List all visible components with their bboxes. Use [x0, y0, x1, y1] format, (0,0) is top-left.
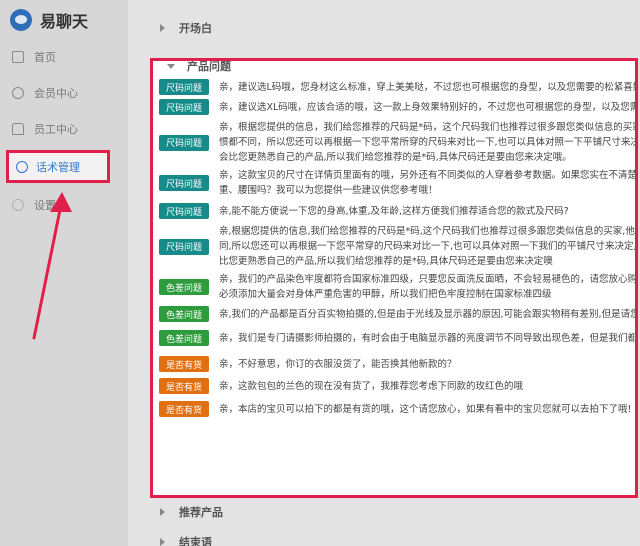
category-tag: 尺码问题 — [159, 203, 209, 219]
category-tag: 是否有货 — [159, 401, 209, 417]
table-row[interactable]: 是否有货 亲，不好意思，你订的衣服没货了，能否换其他新款的？ — [159, 356, 635, 372]
staff-icon — [12, 123, 24, 135]
category-tag: 色差问题 — [159, 279, 209, 295]
script-line: 亲，建议选L码哦，您身材这么标准，穿上美美哒，不过您也可根据您的身型，以及您需要… — [219, 81, 638, 93]
sidebar-item-label: 首页 — [34, 51, 56, 64]
group-closing[interactable]: 结束语 — [160, 532, 212, 546]
script-line: 亲，我们是专门请摄影师拍摄的，有时会由于电脑显示器的亮度调节不同导致出现色差，但… — [219, 332, 638, 344]
table-row[interactable]: 尺码问题 亲,根据您提供的信息,我们给您推荐的尺码是*码,这个尺码我们也推荐过很多… — [159, 224, 638, 269]
script-line: 惯都不同，所以您还可以再根据一下您平常所穿的尺码来对比一下,也可以具体对照一下平… — [219, 137, 638, 148]
script-line: 会比您更熟悉自己的产品,所以我们给您推荐的是*码,具体尺码还是要由您来决定哦。 — [219, 152, 572, 163]
group-label: 产品问题 — [187, 60, 231, 73]
script-line: 重、腰围吗？我可以为您提供一些建议供您参考哦！ — [219, 185, 438, 196]
sidebar-item-label: 员工中心 — [34, 123, 78, 136]
script-line: 亲，建议选XL码哦，应该合适的哦，这一款上身效果特别好的，不过您也可根据您的身型… — [219, 101, 638, 113]
script-text: 亲，这款宝贝的尺寸在详情页里面有的哦，另外还有不同类似的人穿着参考数据。如果您实… — [219, 168, 638, 198]
sidebar-item-staff[interactable]: 员工中心 — [0, 110, 78, 148]
group-label: 开场白 — [179, 22, 212, 35]
sidebar: 易聊天 首页 会员中心 员工中心 设置 话术管理 — [0, 0, 128, 546]
table-row[interactable]: 色差问题 亲，我们是专门请摄影师拍摄的，有时会由于电脑显示器的亮度调节不同导致出现… — [159, 330, 638, 346]
table-row[interactable]: 色差问题 亲，我们的产品染色牢度都符合国家标准四级，只要您反面洗反面晒，不会轻易褪… — [159, 272, 638, 302]
table-row[interactable]: 尺码问题 亲，建议选XL码哦，应该合适的哦，这一款上身效果特别好的，不过您也可根据… — [159, 99, 638, 115]
table-row[interactable]: 尺码问题 亲，建议选L码哦，您身材这么标准，穿上美美哒，不过您也可根据您的身型，以… — [159, 79, 638, 95]
chevron-down-icon — [167, 63, 175, 69]
script-text: 亲，不好意思，你订的衣服没货了，能否换其他新款的？ — [219, 357, 457, 372]
app-logo: 易聊天 — [10, 8, 88, 32]
sidebar-item-label: 会员中心 — [34, 87, 78, 100]
script-line: 亲,我们的产品都是百分百实物拍摄的,但是由于光线及显示器的原因,可能会跟实物稍有… — [219, 308, 638, 320]
script-line: 必须添加大量会对身体严重危害的甲醇，所以我们把色牢度控制在国家标准四级 — [219, 289, 552, 300]
script-line: 亲，根据您提供的信息，我们给您推荐的尺码是*码，这个尺码我们也推荐过很多跟您类似… — [219, 122, 638, 133]
category-tag: 尺码问题 — [159, 175, 209, 191]
home-icon — [12, 51, 24, 63]
user-icon — [12, 87, 24, 99]
chevron-right-icon — [160, 508, 165, 516]
category-tag: 尺码问题 — [159, 238, 209, 255]
app-title: 易聊天 — [40, 12, 89, 31]
sidebar-item-label: 话术管理 — [36, 160, 80, 174]
category-tag: 尺码问题 — [159, 99, 209, 115]
script-text: 亲,能不能方便说一下您的身高,体重,及年龄,这样方便我们推荐适合您的款式及尺码? — [219, 204, 569, 219]
group-recommend[interactable]: 推荐产品 — [160, 502, 223, 522]
product-questions-panel: 产品问题 尺码问题 亲，建议选L码哦，您身材这么标准，穿上美美哒，不过您也可根据您… — [150, 58, 638, 498]
script-line: 比您更熟悉自己的产品,所以我们给您推荐的是*码,具体尺码还是要由您来决定噢 — [219, 256, 553, 267]
script-text: 亲，我们是专门请摄影师拍摄的，有时会由于电脑显示器的亮度调节不同导致出现色差，但… — [219, 331, 638, 346]
script-text: 亲,根据您提供的信息,我们给您推荐的尺码是*码,这个尺码我们也推荐过很多跟您类似… — [219, 224, 638, 269]
script-list: 尺码问题 亲，建议选L码哦，您身材这么标准，穿上美美哒，不过您也可根据您的身型，以… — [159, 75, 638, 417]
sidebar-item-script-management[interactable]: 话术管理 — [6, 150, 110, 183]
category-tag: 尺码问题 — [159, 79, 209, 95]
script-text: 亲，本店的宝贝可以拍下的都是有货的哦，这个请您放心，如果有看中的宝贝您就可以去拍… — [219, 402, 631, 417]
sidebar-item-settings[interactable]: 设置 — [0, 186, 56, 224]
script-line: 亲,根据您提供的信息,我们给您推荐的尺码是*码,这个尺码我们也推荐过很多跟您类似… — [219, 226, 638, 237]
group-opening[interactable]: 开场白 — [160, 18, 212, 38]
table-row[interactable]: 是否有货 亲，这款包包的兰色的现在没有货了，我推荐您考虑下同款的玫红色的哦 — [159, 378, 635, 394]
table-row[interactable]: 是否有货 亲，本店的宝贝可以拍下的都是有货的哦，这个请您放心，如果有看中的宝贝您就… — [159, 401, 635, 417]
category-tag: 尺码问题 — [159, 134, 209, 151]
script-line: 亲，这款包包的兰色的现在没有货了，我推荐您考虑下同款的玫红色的哦 — [219, 380, 524, 392]
table-row[interactable]: 尺码问题 亲，这款宝贝的尺寸在详情页里面有的哦，另外还有不同类似的人穿着参考数据。… — [159, 168, 638, 198]
table-row[interactable]: 色差问题 亲,我们的产品都是百分百实物拍摄的,但是由于光线及显示器的原因,可能会跟… — [159, 306, 638, 322]
category-tag: 色差问题 — [159, 306, 209, 322]
chat-icon — [16, 160, 28, 173]
script-text: 亲，建议选L码哦，您身材这么标准，穿上美美哒，不过您也可根据您的身型，以及您需要… — [219, 80, 638, 95]
script-line: 亲，我们的产品染色牢度都符合国家标准四级，只要您反面洗反面晒，不会轻易褪色的，请… — [219, 274, 638, 285]
script-line: 亲,能不能方便说一下您的身高,体重,及年龄,这样方便我们推荐适合您的款式及尺码? — [219, 205, 569, 217]
script-line: 同,所以您还可以再根据一下您平常穿的尺码来对比一下,也可以具体对照一下我们的平铺… — [219, 241, 637, 252]
sidebar-item-label: 设置 — [34, 199, 56, 212]
script-line: 亲，本店的宝贝可以拍下的都是有货的哦，这个请您放心，如果有看中的宝贝您就可以去拍… — [219, 403, 632, 415]
group-label: 推荐产品 — [179, 506, 223, 519]
script-text: 亲，我们的产品染色牢度都符合国家标准四级，只要您反面洗反面晒，不会轻易褪色的，请… — [219, 272, 638, 302]
category-tag: 是否有货 — [159, 356, 209, 372]
settings-icon — [12, 199, 24, 211]
script-line: 亲，这款宝贝的尺寸在详情页里面有的哦，另外还有不同类似的人穿着参考数据。如果您实… — [219, 170, 638, 181]
category-tag: 是否有货 — [159, 378, 209, 394]
chevron-right-icon — [160, 24, 165, 32]
category-tag: 色差问题 — [159, 330, 209, 346]
chevron-right-icon — [160, 538, 165, 546]
script-text: 亲，这款包包的兰色的现在没有货了，我推荐您考虑下同款的玫红色的哦 — [219, 379, 523, 394]
script-text: 亲,我们的产品都是百分百实物拍摄的,但是由于光线及显示器的原因,可能会跟实物稍有… — [219, 307, 638, 322]
script-text: 亲，根据您提供的信息，我们给您推荐的尺码是*码，这个尺码我们也推荐过很多跟您类似… — [219, 120, 638, 165]
sidebar-item-member[interactable]: 会员中心 — [0, 74, 78, 112]
group-label: 结束语 — [179, 536, 212, 546]
table-row[interactable]: 尺码问题 亲，根据您提供的信息，我们给您推荐的尺码是*码，这个尺码我们也推荐过很多… — [159, 120, 638, 165]
group-product-questions[interactable]: 产品问题 — [167, 60, 231, 73]
script-text: 亲，建议选XL码哦，应该合适的哦，这一款上身效果特别好的，不过您也可根据您的身型… — [219, 100, 638, 115]
script-line: 亲，不好意思，你订的衣服没货了，能否换其他新款的？ — [219, 358, 457, 370]
table-row[interactable]: 尺码问题 亲,能不能方便说一下您的身高,体重,及年龄,这样方便我们推荐适合您的款式… — [159, 203, 635, 219]
logo-icon — [10, 9, 32, 31]
sidebar-item-home[interactable]: 首页 — [0, 38, 56, 76]
